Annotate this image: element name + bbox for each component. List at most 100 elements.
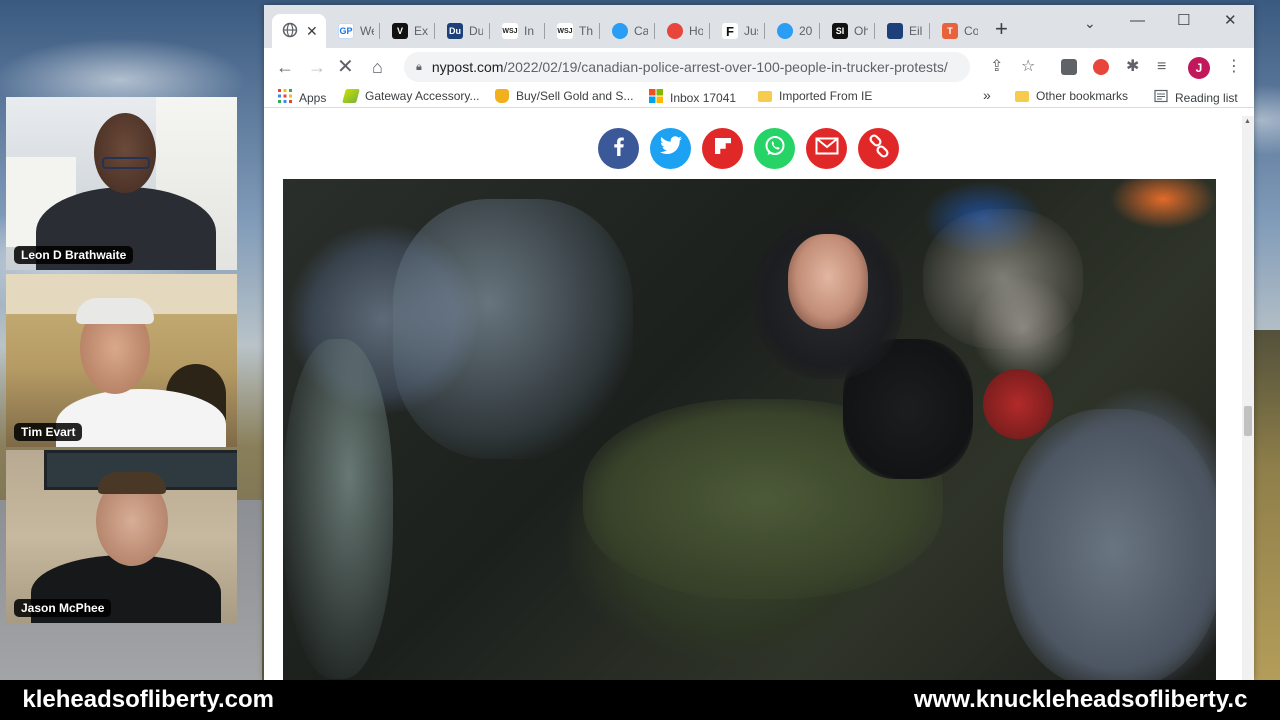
share-buttons-row	[598, 128, 899, 169]
tab-strip: ✕ GP We V Exc Du Du WSJ In WSJ Th Ca Ca	[264, 5, 1254, 48]
flipboard-share-button[interactable]	[702, 128, 743, 169]
tab-1[interactable]: GP We	[328, 14, 374, 48]
megaphone-extension-icon[interactable]	[1093, 59, 1109, 75]
banner-url-right: www.knuckleheadsofliberty.c	[914, 686, 1248, 713]
profile-avatar[interactable]: J	[1188, 57, 1210, 79]
tab-active[interactable]: ✕	[272, 14, 326, 48]
banner-url-left: kleheadsofliberty.com	[22, 686, 274, 713]
forward-arrow-icon[interactable]: →	[308, 56, 326, 78]
participant-tile-3: Jason McPhee	[6, 450, 237, 623]
tab-favicon: 20	[777, 23, 793, 39]
reading-list-icon	[1154, 89, 1168, 106]
article-hero-image	[283, 179, 1216, 680]
twitter-share-button[interactable]	[650, 128, 691, 169]
tab-label: Oh	[854, 24, 868, 38]
maximize-button[interactable]: ☐	[1177, 11, 1190, 31]
tab-6[interactable]: Ca Ca	[602, 14, 648, 48]
tab-label: Eil	[909, 24, 923, 38]
link-chain-icon	[867, 134, 891, 163]
new-tab-button[interactable]: +	[995, 17, 1008, 41]
scroll-up-arrow-icon[interactable]: ▲	[1244, 118, 1251, 125]
tab-label: Du	[469, 24, 483, 38]
gold-icon	[495, 89, 509, 103]
tab-12[interactable]: T Co	[932, 14, 978, 48]
whatsapp-share-button[interactable]	[754, 128, 795, 169]
bookmark-apps[interactable]: Apps	[278, 89, 326, 106]
close-window-button[interactable]: ✕	[1224, 11, 1237, 31]
tab-favicon: Du	[447, 23, 463, 39]
tab-2[interactable]: V Exc	[382, 14, 428, 48]
tab-11[interactable]: Eil Eil	[877, 14, 923, 48]
apps-grid-icon	[278, 89, 292, 106]
tab-3[interactable]: Du Du	[437, 14, 483, 48]
tab-5[interactable]: WSJ Th	[547, 14, 593, 48]
bookmark-star-icon[interactable]: ☆	[1021, 57, 1035, 77]
participant-name: Leon D Brathwaite	[14, 246, 134, 264]
folder-icon	[1015, 90, 1029, 102]
tab-favicon: Ho	[667, 23, 683, 39]
tab-10[interactable]: SI Oh	[822, 14, 868, 48]
reading-list-button[interactable]: Reading list	[1154, 89, 1238, 106]
tab-8[interactable]: F Jus	[712, 14, 758, 48]
tab-favicon: GP	[338, 23, 354, 39]
tab-favicon: T	[942, 23, 958, 39]
participant-tile-1: Leon D Brathwaite	[6, 97, 237, 270]
lock-icon: 🔒︎	[416, 60, 422, 73]
bookmark-gold[interactable]: Buy/Sell Gold and S...	[495, 89, 633, 103]
participant-name: Tim Evart	[14, 423, 83, 441]
bookmarks-overflow-chevron[interactable]: »	[983, 87, 991, 103]
tab-7[interactable]: Ho Ho	[657, 14, 703, 48]
folder-icon	[758, 90, 772, 102]
tab-close-icon[interactable]: ✕	[306, 23, 318, 40]
tab-label: Ho	[689, 24, 703, 38]
flipboard-icon	[713, 136, 733, 161]
share-page-icon[interactable]: ⇪	[990, 57, 1003, 77]
page-viewport	[264, 116, 1242, 680]
tab-9[interactable]: 20 20	[767, 14, 813, 48]
microsoft-icon	[649, 89, 663, 106]
tab-favicon: WSJ	[502, 23, 518, 39]
tab-label: Ca	[634, 24, 648, 38]
address-bar[interactable]: 🔒︎ nypost.com/2022/02/19/canadian-police…	[404, 52, 970, 82]
tab-label: We	[360, 24, 374, 38]
tab-label: Jus	[744, 24, 758, 38]
tab-search-chevron-icon[interactable]: ⌄	[1084, 15, 1096, 32]
back-arrow-icon[interactable]: ←	[276, 56, 294, 78]
extensions-puzzle-icon[interactable]: ✱	[1126, 57, 1139, 77]
facebook-share-button[interactable]	[598, 128, 639, 169]
home-icon[interactable]: ⌂	[372, 56, 383, 78]
tab-favicon: SI	[832, 23, 848, 39]
bookmark-imported-from-ie[interactable]: Imported From IE	[758, 89, 872, 103]
copy-link-share-button[interactable]	[858, 128, 899, 169]
tab-favicon: V	[392, 23, 408, 39]
minimize-button[interactable]: —	[1130, 11, 1145, 31]
tab-favicon: Eil	[887, 23, 903, 39]
tab-favicon: Ca	[612, 23, 628, 39]
page-scrollbar[interactable]: ▲	[1242, 116, 1254, 680]
tab-label: Th	[579, 24, 593, 38]
media-controls-icon[interactable]: ≡	[1157, 57, 1166, 77]
bookmark-inbox[interactable]: Inbox 17041	[649, 89, 736, 106]
tab-4[interactable]: WSJ In	[492, 14, 538, 48]
bookmarks-bar: Apps Gateway Accessory... Buy/Sell Gold …	[264, 86, 1254, 108]
bookmark-gateway[interactable]: Gateway Accessory...	[342, 89, 480, 103]
browser-window: ✕ GP We V Exc Du Du WSJ In WSJ Th Ca Ca	[264, 5, 1254, 680]
scroll-thumb[interactable]	[1244, 406, 1252, 436]
tab-label: Co	[964, 24, 978, 38]
stop-loading-icon[interactable]: ✕	[337, 56, 354, 78]
bottom-banner: kleheadsofliberty.com www.knuckleheadsof…	[0, 680, 1280, 720]
url-path: /2022/02/19/canadian-police-arrest-over-…	[503, 59, 948, 75]
url-host: nypost.com	[431, 59, 504, 75]
extension-icon[interactable]	[1061, 59, 1077, 75]
globe-icon	[282, 22, 298, 41]
menu-kebab-icon[interactable]: ⋮	[1226, 57, 1242, 77]
tab-favicon: WSJ	[557, 23, 573, 39]
tab-favicon: F	[722, 23, 738, 39]
gateway-icon	[342, 89, 360, 103]
participant-name: Jason McPhee	[14, 599, 112, 617]
field-background	[1254, 330, 1280, 680]
envelope-icon	[815, 137, 839, 160]
email-share-button[interactable]	[806, 128, 847, 169]
bookmark-other-bookmarks[interactable]: Other bookmarks	[1015, 89, 1128, 103]
facebook-icon	[608, 135, 630, 162]
